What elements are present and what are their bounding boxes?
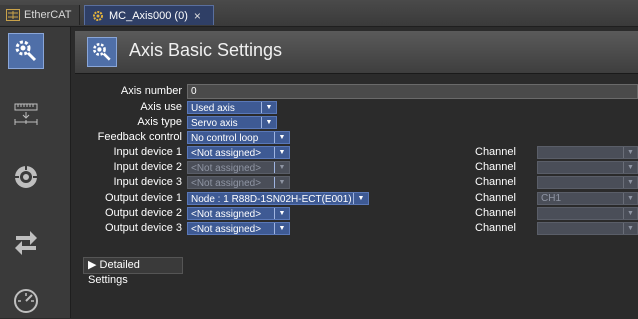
chevron-down-icon: ▼	[274, 162, 289, 173]
ruler-arrows-icon	[14, 103, 38, 125]
axis-type-label: Axis type	[137, 116, 182, 128]
output-device-3-row: Output device 3 <Not assigned> ▼ Channel…	[71, 222, 638, 235]
dial-icon	[15, 166, 37, 188]
input-device-1-row: Input device 1 <Not assigned> ▼ Channel …	[71, 146, 638, 159]
tab-mc-axis[interactable]: MC_Axis000 (0) ×	[84, 5, 214, 25]
axis-basic-settings-button[interactable]	[8, 33, 44, 69]
ethercat-icon	[6, 9, 20, 21]
channel-label: Channel	[475, 176, 516, 188]
detailed-settings-label: Detailed Settings	[88, 259, 140, 286]
operation-settings-button[interactable]	[8, 159, 44, 195]
input-device-2-dropdown: <Not assigned> ▼	[187, 161, 290, 174]
sidebar	[0, 27, 71, 318]
input-device-1-dropdown[interactable]: <Not assigned> ▼	[187, 146, 290, 159]
gear-magnifier-icon	[87, 37, 117, 67]
input-device-2-channel-dropdown: ▼	[537, 161, 638, 174]
output-device-3-dropdown[interactable]: <Not assigned> ▼	[187, 222, 290, 235]
channel-label: Channel	[475, 161, 516, 173]
dropdown-value: <Not assigned>	[191, 224, 262, 235]
channel-label: Channel	[475, 192, 516, 204]
axis-type-dropdown[interactable]: Servo axis ▼	[187, 116, 277, 129]
dropdown-value: <Not assigned>	[191, 209, 262, 220]
double-arrow-icon	[15, 231, 37, 255]
feedback-control-dropdown[interactable]: No control loop ▼	[187, 131, 290, 144]
chevron-down-icon: ▼	[623, 208, 637, 219]
channel-label: Channel	[475, 146, 516, 158]
input-device-3-channel-dropdown: ▼	[537, 176, 638, 189]
unit-conversion-button[interactable]	[8, 97, 44, 133]
output-device-1-dropdown[interactable]: Node : 1 R88D-1SN02H-ECT(E001) ▼	[187, 192, 369, 205]
input-device-1-channel-dropdown: ▼	[537, 146, 638, 159]
axis-number-label: Axis number	[120, 85, 182, 97]
tab-label: EtherCAT	[24, 9, 72, 21]
feedback-control-row: Feedback control No control loop ▼	[71, 131, 638, 144]
tab-label: MC_Axis000 (0)	[109, 9, 188, 22]
input-device-3-label: Input device 3	[113, 176, 183, 188]
dropdown-value: Used axis	[191, 103, 235, 114]
chevron-down-icon: ▼	[623, 147, 637, 158]
chevron-down-icon: ▼	[623, 223, 637, 234]
output-device-2-row: Output device 2 <Not assigned> ▼ Channel…	[71, 207, 638, 220]
limit-settings-button[interactable]	[8, 283, 44, 319]
axis-number-field[interactable]: 0	[187, 84, 638, 99]
output-device-1-row: Output device 1 Node : 1 R88D-1SN02H-ECT…	[71, 192, 638, 205]
expand-arrow-icon: ▶	[88, 259, 97, 271]
dropdown-value: Servo axis	[191, 118, 238, 129]
input-device-1-label: Input device 1	[113, 146, 183, 158]
input-device-3-dropdown: <Not assigned> ▼	[187, 176, 290, 189]
axis-number-row: Axis number 0	[71, 84, 638, 99]
dropdown-value: No control loop	[191, 133, 259, 144]
dropdown-value: <Not assigned>	[191, 178, 262, 189]
detailed-settings-button[interactable]: ▶ Detailed Settings	[83, 257, 183, 286]
output-device-1-channel-dropdown: CH1 ▼	[537, 192, 638, 205]
channel-label: Channel	[475, 207, 516, 219]
dropdown-value: <Not assigned>	[191, 163, 262, 174]
chevron-down-icon: ▼	[261, 102, 276, 113]
speedometer-icon	[14, 289, 38, 313]
output-device-2-label: Output device 2	[104, 207, 182, 219]
main-panel: Axis Basic Settings Axis number 0 Axis u…	[71, 27, 638, 318]
tab-bar: EtherCAT MC_Axis000 (0) ×	[0, 0, 638, 27]
input-device-2-row: Input device 2 <Not assigned> ▼ Channel …	[71, 161, 638, 174]
axis-type-row: Axis type Servo axis ▼	[71, 116, 638, 129]
output-device-1-label: Output device 1	[104, 192, 182, 204]
chevron-down-icon: ▼	[274, 223, 289, 234]
dropdown-value: <Not assigned>	[191, 148, 262, 159]
input-device-2-label: Input device 2	[113, 161, 183, 173]
axis-use-label: Axis use	[140, 101, 182, 113]
feedback-control-label: Feedback control	[97, 131, 182, 143]
tab-ethercat[interactable]: EtherCAT	[0, 5, 80, 25]
input-device-3-row: Input device 3 <Not assigned> ▼ Channel …	[71, 176, 638, 189]
chevron-down-icon: ▼	[353, 193, 368, 204]
close-icon[interactable]: ×	[194, 9, 201, 23]
output-device-2-dropdown[interactable]: <Not assigned> ▼	[187, 207, 290, 220]
chevron-down-icon: ▼	[274, 177, 289, 188]
chevron-down-icon: ▼	[274, 132, 289, 143]
dropdown-value: CH1	[541, 193, 562, 204]
dropdown-value: Node : 1 R88D-1SN02H-ECT(E001)	[191, 194, 352, 205]
output-device-3-label: Output device 3	[104, 222, 182, 234]
page-title: Axis Basic Settings	[129, 40, 283, 60]
chevron-down-icon: ▼	[623, 177, 637, 188]
chevron-down-icon: ▼	[261, 117, 276, 128]
gear-magnifier-icon	[15, 40, 37, 62]
output-device-3-channel-dropdown: ▼	[537, 222, 638, 235]
axis-gear-icon	[93, 10, 103, 21]
axis-use-dropdown[interactable]: Used axis ▼	[187, 101, 277, 114]
chevron-down-icon: ▼	[274, 208, 289, 219]
homing-settings-button[interactable]	[8, 225, 44, 261]
page-header: Axis Basic Settings	[75, 31, 638, 74]
axis-use-row: Axis use Used axis ▼	[71, 101, 638, 114]
channel-label: Channel	[475, 222, 516, 234]
chevron-down-icon: ▼	[623, 193, 637, 204]
output-device-2-channel-dropdown: ▼	[537, 207, 638, 220]
chevron-down-icon: ▼	[274, 147, 289, 158]
chevron-down-icon: ▼	[623, 162, 637, 173]
